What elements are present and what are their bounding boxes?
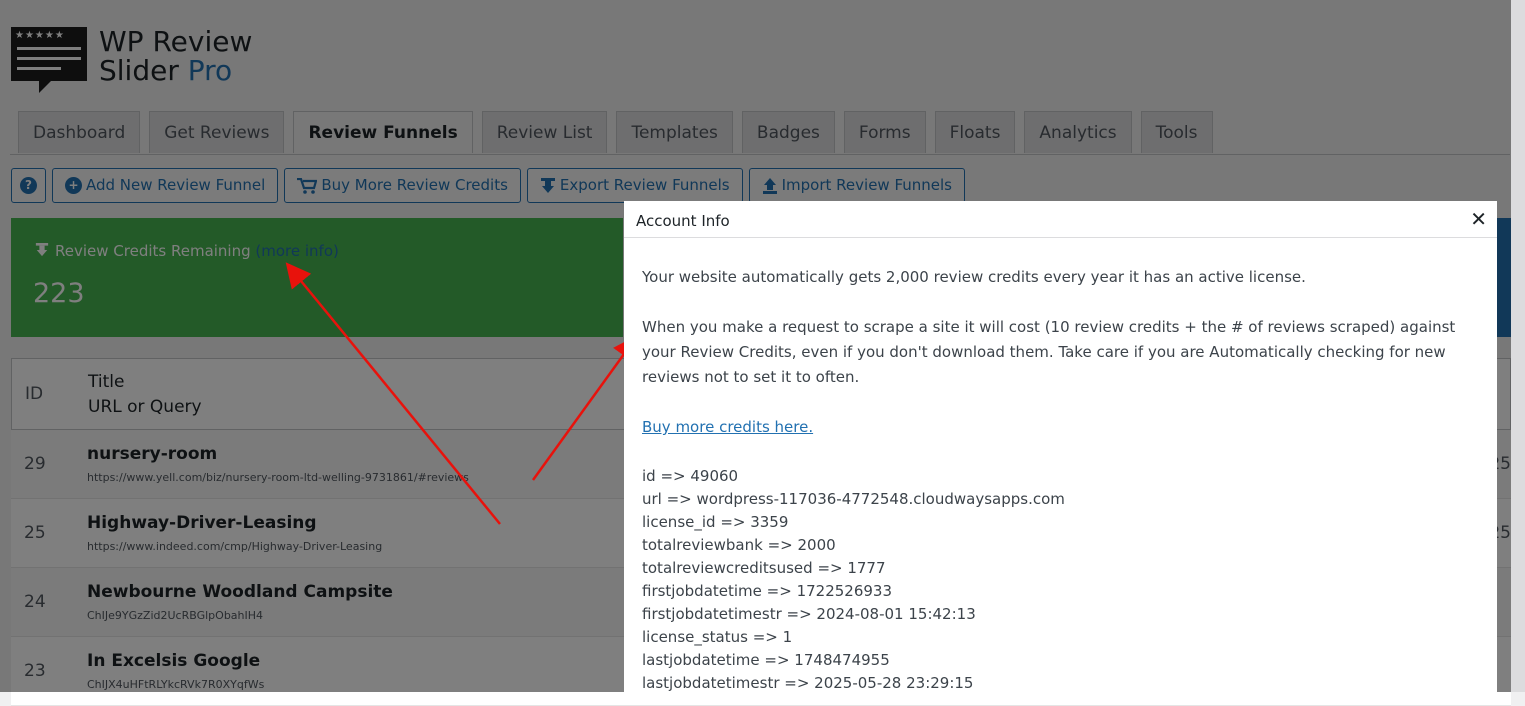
modal-body: Your website automatically gets 2,000 re…: [624, 238, 1497, 692]
account-details-list: id => 49060 url => wordpress-117036-4772…: [642, 465, 1479, 692]
detail-item: license_status => 1: [642, 628, 793, 646]
modal-paragraph-1: Your website automatically gets 2,000 re…: [642, 268, 1306, 286]
close-icon[interactable]: ✕: [1470, 207, 1487, 231]
modal-paragraph-2: When you make a request to scrape a site…: [642, 318, 1456, 386]
detail-item: lastjobdatetime => 1748474955: [642, 651, 890, 669]
detail-item: totalreviewcreditsused => 1777: [642, 559, 886, 577]
detail-item: license_id => 3359: [642, 513, 789, 531]
detail-item: url => wordpress-117036-4772548.cloudway…: [642, 490, 1065, 508]
modal-title: Account Info: [636, 212, 730, 230]
detail-item: totalreviewbank => 2000: [642, 536, 836, 554]
buy-credits-link[interactable]: Buy more credits here.: [642, 418, 813, 436]
detail-item: firstjobdatetimestr => 2024-08-01 15:42:…: [642, 605, 976, 623]
detail-item: lastjobdatetimestr => 2025-05-28 23:29:1…: [642, 674, 974, 692]
modal-header: Account Info ✕: [624, 201, 1497, 238]
detail-item: id => 49060: [642, 467, 739, 485]
page-scrollbar-track: [1511, 0, 1525, 692]
account-info-modal: Account Info ✕ Your website automaticall…: [624, 201, 1497, 692]
detail-item: firstjobdatetime => 1722526933: [642, 582, 892, 600]
